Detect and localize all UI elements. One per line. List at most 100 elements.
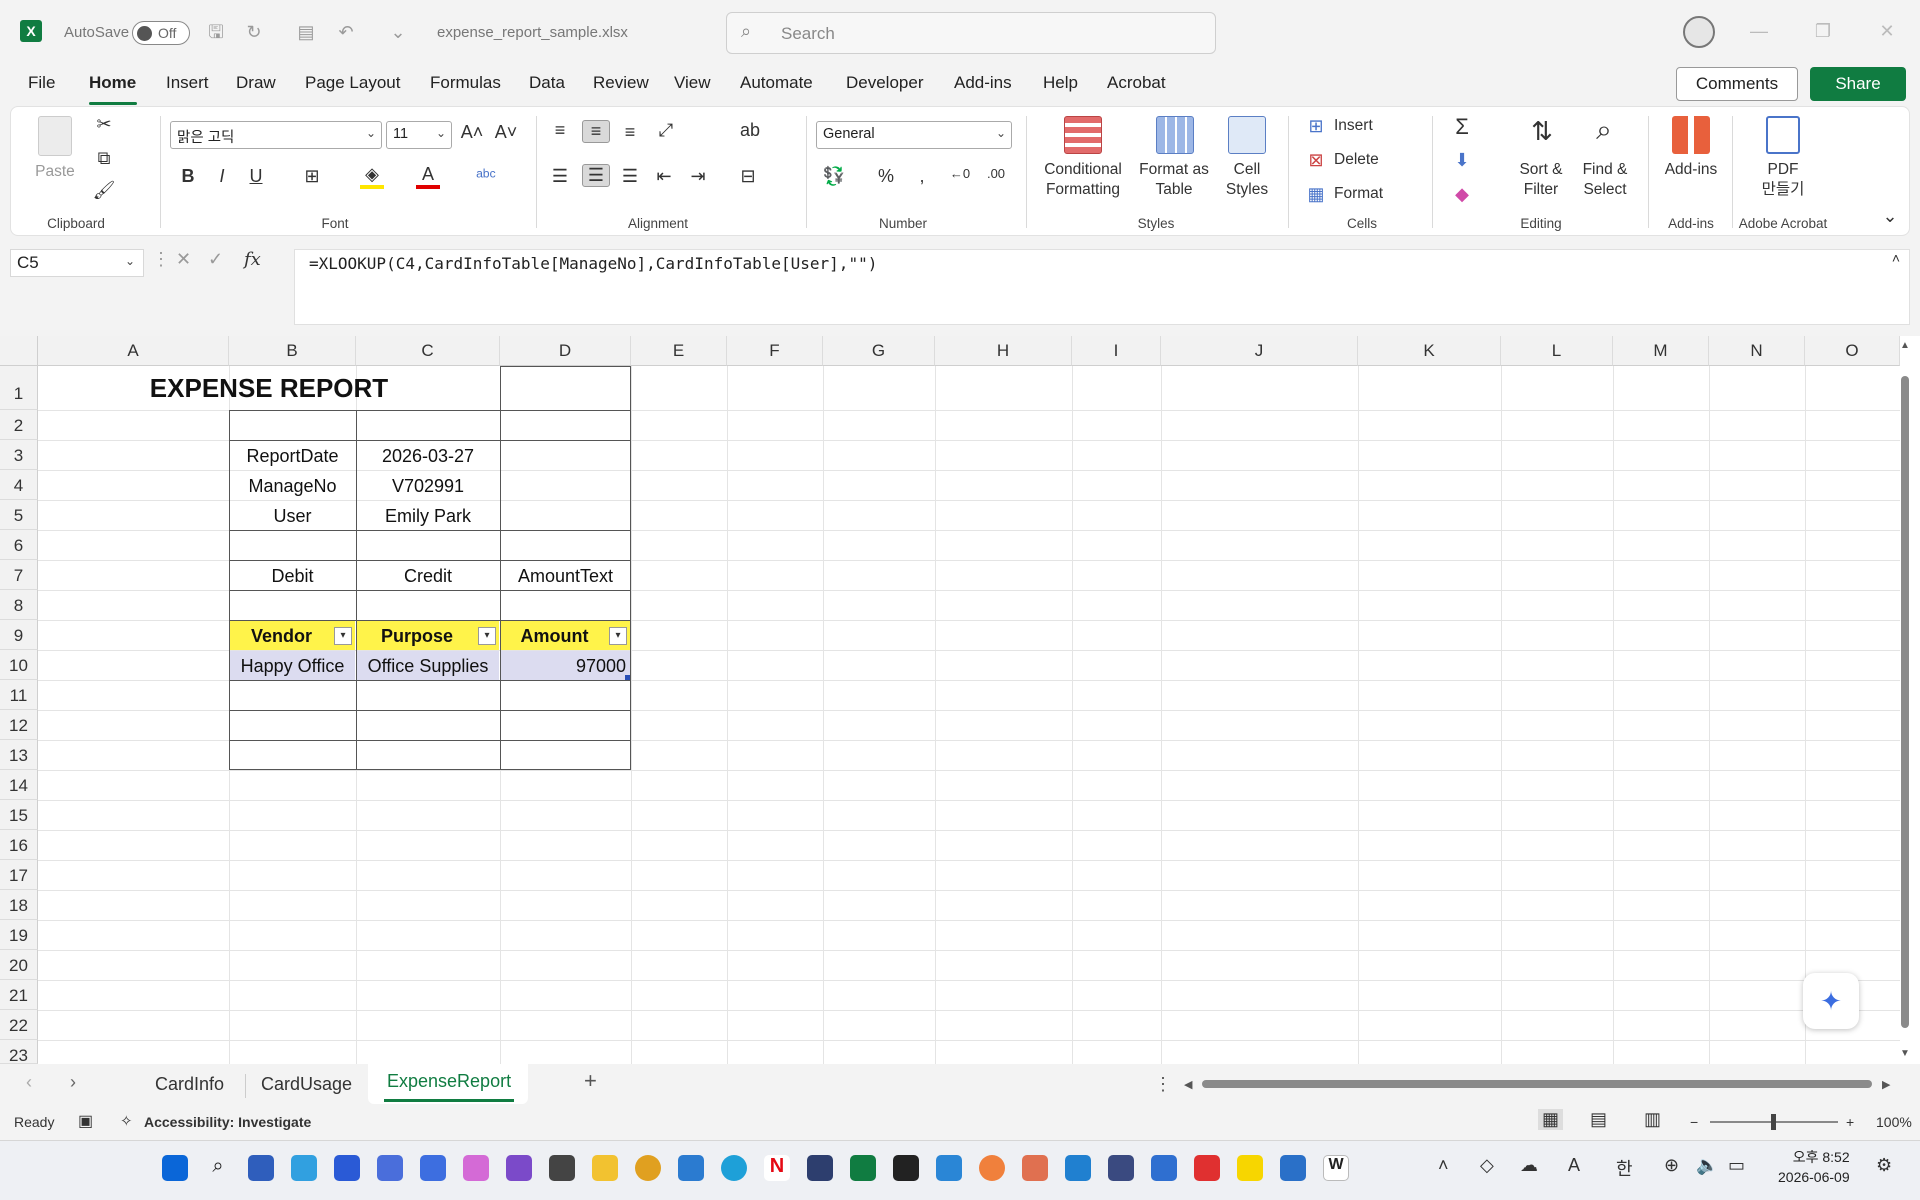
chatgpt-icon[interactable]	[549, 1155, 575, 1181]
app-icon[interactable]	[377, 1155, 403, 1181]
copy-icon[interactable]: ⧉	[92, 148, 116, 169]
sheet-tab-cardusage[interactable]: CardUsage	[261, 1074, 352, 1095]
add-ins-icon[interactable]	[1672, 116, 1710, 154]
undo-icon[interactable]: ↶	[334, 20, 358, 44]
page-layout-view-icon[interactable]: ▤	[1590, 1109, 1607, 1130]
row-header[interactable]: 3	[0, 440, 38, 470]
filter-dropdown-icon[interactable]: ▾	[478, 627, 496, 645]
paste-icon[interactable]	[38, 116, 72, 156]
zoom-in-icon[interactable]: +	[1846, 1114, 1854, 1130]
format-cells-button[interactable]: Format	[1334, 184, 1383, 204]
merge-center-icon[interactable]: ⊟	[734, 166, 762, 187]
cancel-edit-icon[interactable]: ✕	[176, 249, 191, 270]
fill-icon[interactable]: ⬇	[1450, 150, 1474, 171]
account-avatar[interactable]	[1683, 16, 1715, 48]
row-header[interactable]: 16	[0, 830, 38, 860]
debit-label[interactable]: Debit	[230, 561, 355, 590]
align-top-icon[interactable]: ≡	[548, 120, 572, 141]
table-cell-purpose[interactable]: Office Supplies	[357, 651, 499, 680]
row-header[interactable]: 20	[0, 950, 38, 980]
app-icon[interactable]	[1194, 1155, 1220, 1181]
tab-insert[interactable]: Insert	[166, 73, 209, 93]
column-header-h[interactable]: H	[935, 336, 1072, 366]
column-header-b[interactable]: B	[229, 336, 356, 366]
report-date-value[interactable]: 2026-03-27	[357, 441, 499, 470]
tab-automate[interactable]: Automate	[740, 73, 813, 93]
row-header[interactable]: 6	[0, 530, 38, 560]
show-hidden-icons[interactable]: ˄	[1438, 1155, 1449, 1176]
font-size-select[interactable]: 11 ⌄	[386, 121, 452, 149]
horizontal-scrollbar[interactable]	[1200, 1077, 1880, 1091]
cloud-off-icon[interactable]: ☁	[1520, 1155, 1538, 1176]
row-header[interactable]: 22	[0, 1010, 38, 1040]
cut-icon[interactable]: ✂	[92, 114, 116, 135]
row-header[interactable]: 9	[0, 620, 38, 650]
align-center-icon[interactable]: ☰	[582, 164, 610, 187]
collapse-ribbon-icon[interactable]: ⌄	[1878, 206, 1902, 227]
tab-add-ins[interactable]: Add-ins	[954, 73, 1012, 93]
find-select-icon[interactable]: ⌕	[1584, 114, 1624, 147]
tab-page-layout[interactable]: Page Layout	[305, 73, 400, 93]
file-explorer-icon[interactable]	[592, 1155, 618, 1181]
formula-input[interactable]: =XLOOKUP(C4,CardInfoTable[ManageNo],Card…	[294, 249, 1910, 325]
manage-no-value[interactable]: V702991	[357, 471, 499, 500]
clear-icon[interactable]: ◆	[1450, 184, 1474, 205]
sheet-tab-cardinfo[interactable]: CardInfo	[155, 1074, 224, 1095]
bold-icon[interactable]: B	[178, 166, 198, 187]
app-icon[interactable]	[807, 1155, 833, 1181]
report-date-label[interactable]: ReportDate	[230, 441, 355, 470]
column-header-a[interactable]: A	[38, 336, 229, 366]
add-ins-button[interactable]: Add-ins	[1656, 160, 1726, 180]
app-icon[interactable]	[1065, 1155, 1091, 1181]
orientation-icon[interactable]: ⤢	[652, 120, 680, 141]
phonetic-icon[interactable]: ᵃᵇᶜ	[472, 166, 500, 187]
autosave-toggle[interactable]: Off	[132, 21, 190, 45]
app-icon[interactable]	[893, 1155, 919, 1181]
scroll-up-icon[interactable]: ▲	[1900, 340, 1910, 351]
align-bottom-icon[interactable]: ≡	[618, 122, 642, 143]
fill-color-icon[interactable]: ◈	[360, 164, 384, 189]
scroll-right-icon[interactable]: ▶	[1882, 1078, 1890, 1091]
column-header-j[interactable]: J	[1161, 336, 1358, 366]
form-icon[interactable]: ▤	[294, 20, 318, 44]
insert-cells-icon[interactable]: ⊞	[1304, 116, 1328, 137]
app-icon[interactable]	[979, 1155, 1005, 1181]
cell-styles-icon[interactable]	[1228, 116, 1266, 154]
row-header[interactable]: 13	[0, 740, 38, 770]
font-name-select[interactable]: 맑은 고딕 ⌄	[170, 121, 382, 149]
accessibility-icon[interactable]: ✧	[120, 1112, 133, 1130]
sort-filter-button[interactable]: Sort & Filter	[1506, 160, 1576, 200]
format-as-table-button[interactable]: Format as Table	[1132, 160, 1216, 200]
align-left-icon[interactable]: ☰	[548, 166, 572, 187]
column-header-g[interactable]: G	[823, 336, 935, 366]
column-header-k[interactable]: K	[1358, 336, 1501, 366]
row-header[interactable]: 18	[0, 890, 38, 920]
select-all-corner[interactable]	[0, 336, 38, 366]
copilot-icon[interactable]: ✦	[1803, 973, 1859, 1029]
decrease-decimal-icon[interactable]: .00	[982, 166, 1010, 181]
row-header[interactable]: 8	[0, 590, 38, 620]
column-header-l[interactable]: L	[1501, 336, 1613, 366]
minimize-icon[interactable]: —	[1744, 16, 1774, 46]
wrap-text-icon[interactable]: ab	[738, 120, 762, 141]
tab-formulas[interactable]: Formulas	[430, 73, 501, 93]
create-pdf-button[interactable]: PDF 만들기	[1744, 160, 1822, 200]
vertical-scroll-thumb[interactable]	[1901, 376, 1909, 1028]
number-format-select[interactable]: General ⌄	[816, 121, 1012, 149]
filter-dropdown-icon[interactable]: ▾	[609, 627, 627, 645]
normal-view-icon[interactable]: ▦	[1538, 1109, 1564, 1130]
accessibility-status[interactable]: Accessibility: Investigate	[144, 1114, 311, 1130]
paste-button[interactable]: Paste	[34, 162, 76, 182]
app-icon[interactable]	[1151, 1155, 1177, 1181]
search-box[interactable]: ⌕ Search	[726, 12, 1216, 54]
tab-review[interactable]: Review	[593, 73, 649, 93]
pdf-icon[interactable]	[1766, 116, 1800, 154]
user-label[interactable]: User	[230, 501, 355, 530]
previous-sheet-icon[interactable]: ‹	[26, 1072, 32, 1093]
font-color-icon[interactable]: A	[416, 164, 440, 189]
column-header-f[interactable]: F	[727, 336, 823, 366]
row-header[interactable]: 17	[0, 860, 38, 890]
decrease-indent-icon[interactable]: ⇤	[652, 166, 676, 187]
table-cell-vendor[interactable]: Happy Office	[230, 651, 355, 680]
conditional-formatting-icon[interactable]	[1064, 116, 1102, 154]
